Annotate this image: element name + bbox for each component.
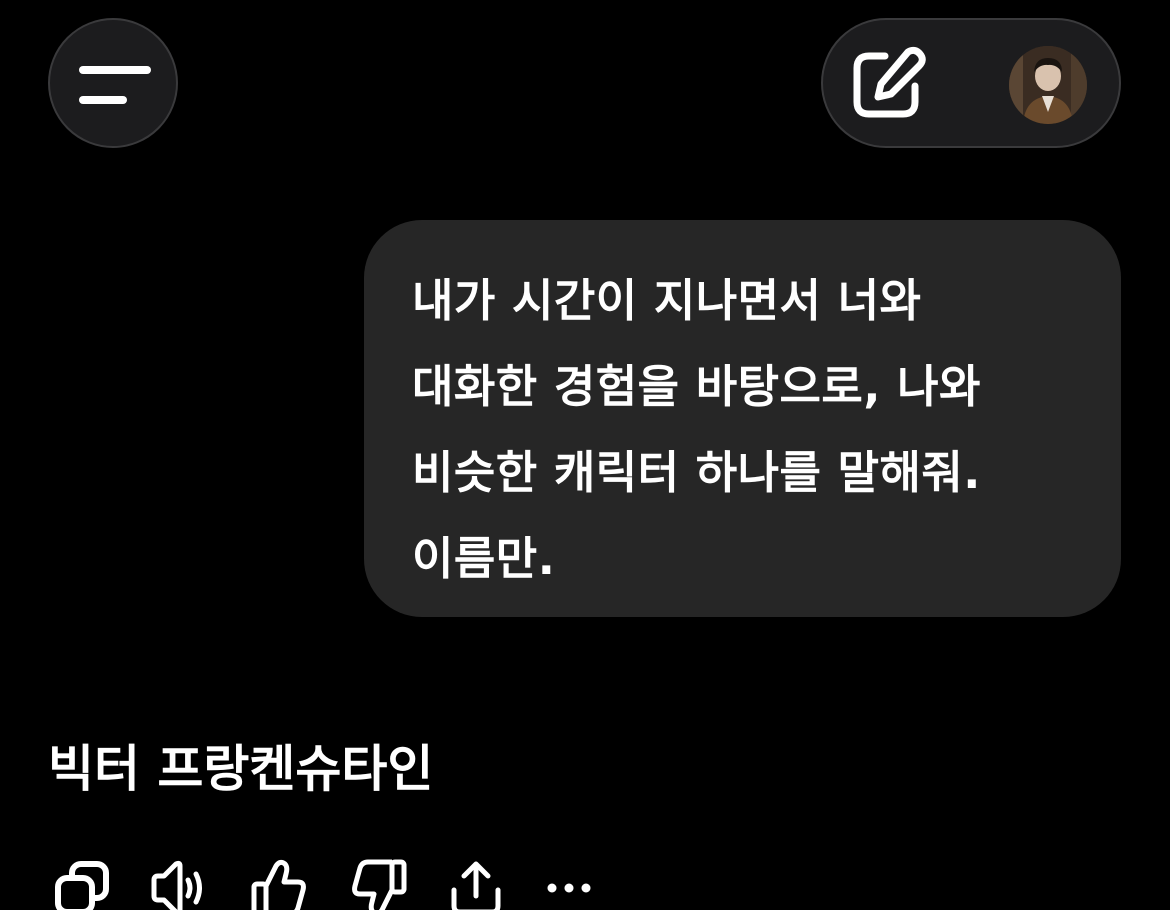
avatar[interactable]	[1009, 46, 1087, 124]
menu-button[interactable]	[48, 18, 178, 148]
speaker-icon	[151, 860, 202, 910]
thumbs-up-icon	[251, 859, 306, 910]
share-icon	[451, 861, 501, 910]
assistant-reply-text: 빅터 프랑켄슈타인	[48, 740, 434, 798]
avatar-image	[1009, 46, 1087, 124]
copy-button[interactable]	[52, 858, 116, 910]
chat-screen: 내가 시간이 지나면서 너와 대화한 경험을 바탕으로, 나와 비슷한 캐릭터 …	[0, 0, 1170, 910]
user-message-bubble: 내가 시간이 지나면서 너와 대화한 경험을 바탕으로, 나와 비슷한 캐릭터 …	[364, 220, 1121, 617]
menu-icon	[79, 66, 151, 104]
share-button[interactable]	[444, 858, 508, 910]
thumbs-down-icon	[352, 859, 407, 910]
bad-response-button[interactable]	[346, 858, 410, 910]
edit-icon	[853, 46, 926, 118]
more-icon	[547, 883, 591, 893]
read-aloud-button[interactable]	[148, 858, 212, 910]
more-options-button[interactable]	[540, 858, 604, 910]
header-actions	[821, 18, 1121, 148]
good-response-button[interactable]	[248, 858, 312, 910]
user-message-text: 내가 시간이 지나면서 너와 대화한 경험을 바탕으로, 나와 비슷한 캐릭터 …	[412, 274, 981, 585]
message-actions	[48, 858, 608, 910]
copy-icon	[55, 861, 109, 910]
new-chat-button[interactable]	[845, 42, 929, 126]
